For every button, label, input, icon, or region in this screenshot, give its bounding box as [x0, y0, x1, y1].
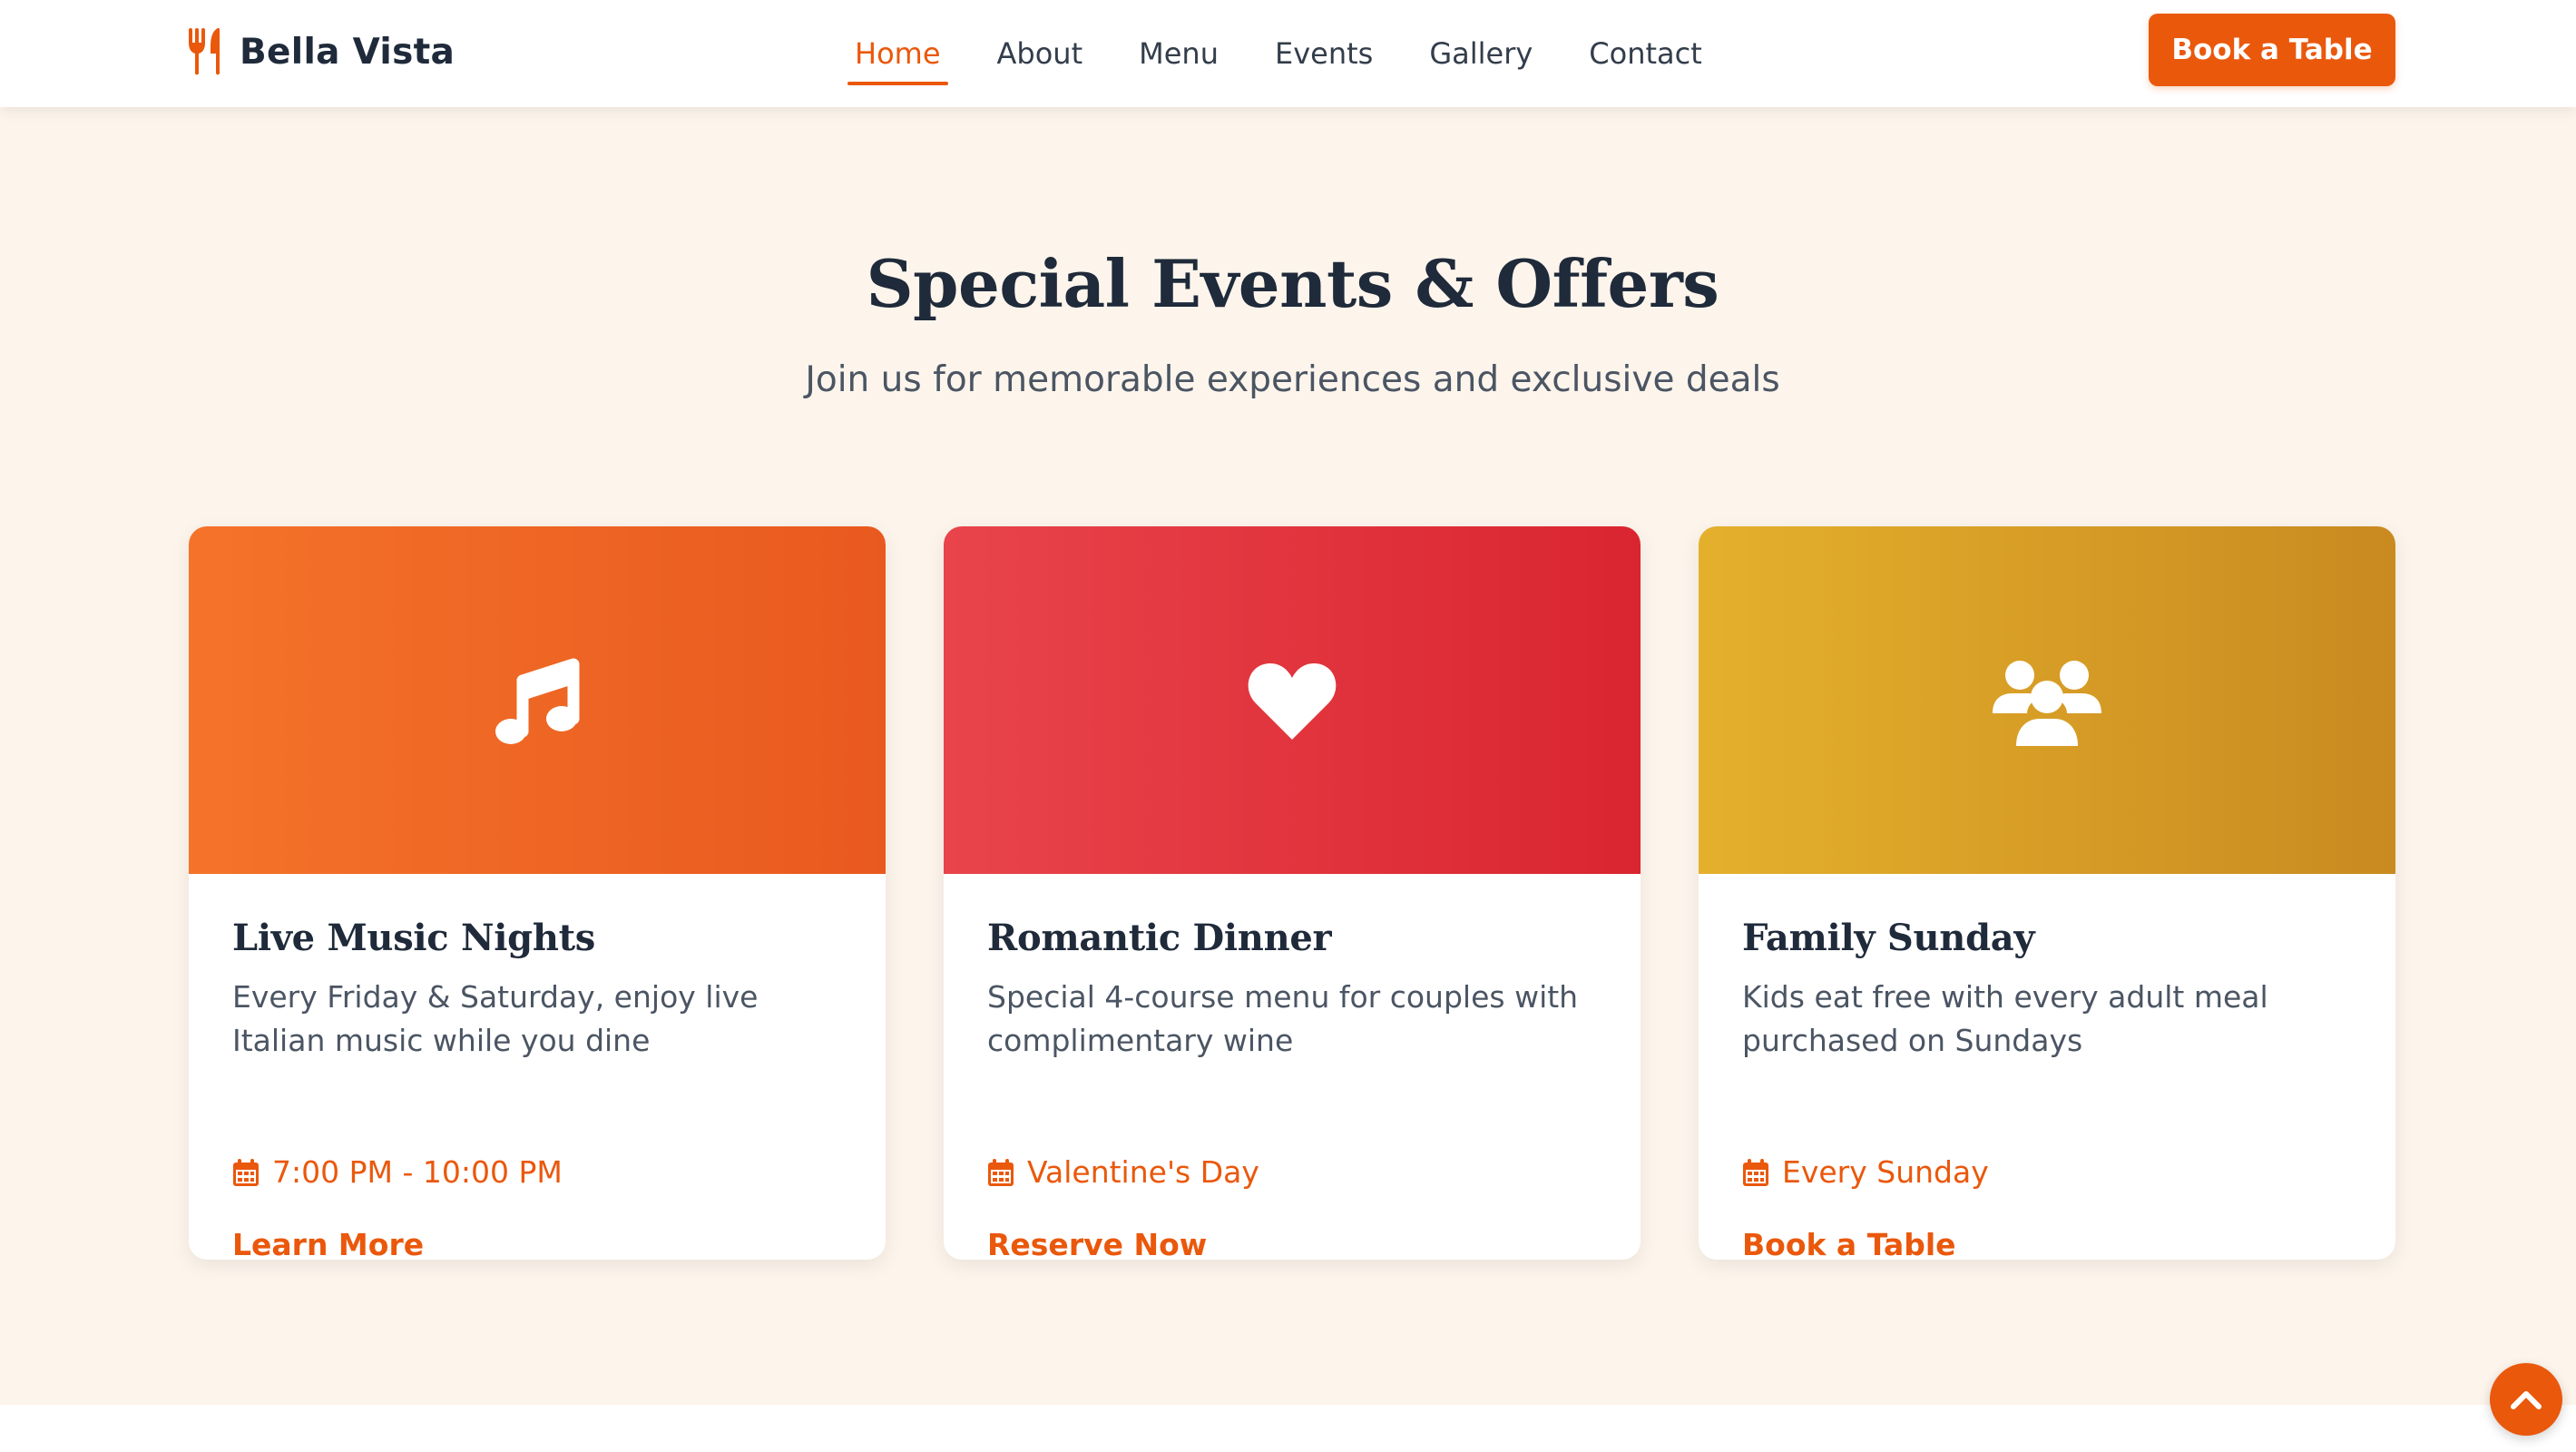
event-description: Kids eat free with every adult meal purc… — [1742, 979, 2268, 1058]
event-body: Romantic Dinner Special 4-course menu fo… — [987, 917, 1604, 1260]
event-body: Family Sunday Kids eat free with every a… — [1742, 917, 2359, 1260]
music-note-icon — [495, 658, 580, 744]
nav-item-events[interactable]: Events — [1275, 31, 1373, 76]
section-title: Special Events & Offers — [866, 245, 1719, 322]
event-schedule-text: 7:00 PM - 10:00 PM — [272, 1154, 563, 1190]
calendar-icon — [988, 1158, 1014, 1186]
reserve-now-link[interactable]: Reserve Now — [987, 1227, 1207, 1260]
event-title: Romantic Dinner — [987, 917, 1332, 959]
brand-name: Bella Vista — [240, 31, 455, 73]
utensils-icon — [189, 27, 220, 75]
next-section-edge — [0, 1405, 2576, 1452]
calendar-icon — [233, 1158, 259, 1186]
book-table-link[interactable]: Book a Table — [1742, 1227, 1956, 1260]
nav-item-gallery[interactable]: Gallery — [1429, 31, 1533, 76]
chevron-up-icon — [2511, 1391, 2542, 1409]
event-body: Live Music Nights Every Friday & Saturda… — [232, 917, 849, 1260]
nav-item-contact[interactable]: Contact — [1589, 31, 1702, 76]
site-header: Bella Vista Home About Menu Events Galle… — [0, 0, 2576, 107]
event-banner — [1699, 526, 2395, 874]
event-card: Romantic Dinner Special 4-course menu fo… — [944, 526, 1641, 1260]
book-table-button[interactable]: Book a Table — [2149, 14, 2395, 86]
heart-icon — [1248, 662, 1337, 740]
nav-item-about[interactable]: About — [997, 31, 1083, 76]
event-card: Family Sunday Kids eat free with every a… — [1699, 526, 2395, 1260]
event-description: Every Friday & Saturday, enjoy live Ital… — [232, 979, 759, 1058]
brand-logo[interactable]: Bella Vista — [187, 24, 455, 80]
main-nav: Home About Menu Events Gallery Contact — [847, 0, 1758, 107]
calendar-icon — [1743, 1158, 1768, 1186]
event-schedule-text: Valentine's Day — [1027, 1154, 1259, 1190]
users-icon — [1993, 660, 2101, 746]
section-subtitle: Join us for memorable experiences and ex… — [805, 359, 1780, 400]
event-banner — [944, 526, 1641, 874]
learn-more-link[interactable]: Learn More — [232, 1227, 424, 1260]
scroll-to-top-button[interactable] — [2490, 1363, 2562, 1436]
nav-item-home[interactable]: Home — [847, 31, 947, 85]
event-schedule: Valentine's Day — [987, 1154, 1259, 1190]
event-description: Special 4-course menu for couples with c… — [987, 979, 1579, 1058]
nav-item-menu[interactable]: Menu — [1139, 31, 1219, 76]
event-title: Family Sunday — [1742, 917, 2035, 959]
event-schedule: Every Sunday — [1742, 1154, 1989, 1190]
event-schedule-text: Every Sunday — [1782, 1154, 1989, 1190]
event-title: Live Music Nights — [232, 917, 595, 959]
event-banner — [189, 526, 886, 874]
event-schedule: 7:00 PM - 10:00 PM — [232, 1154, 563, 1190]
event-card: Live Music Nights Every Friday & Saturda… — [189, 526, 886, 1260]
